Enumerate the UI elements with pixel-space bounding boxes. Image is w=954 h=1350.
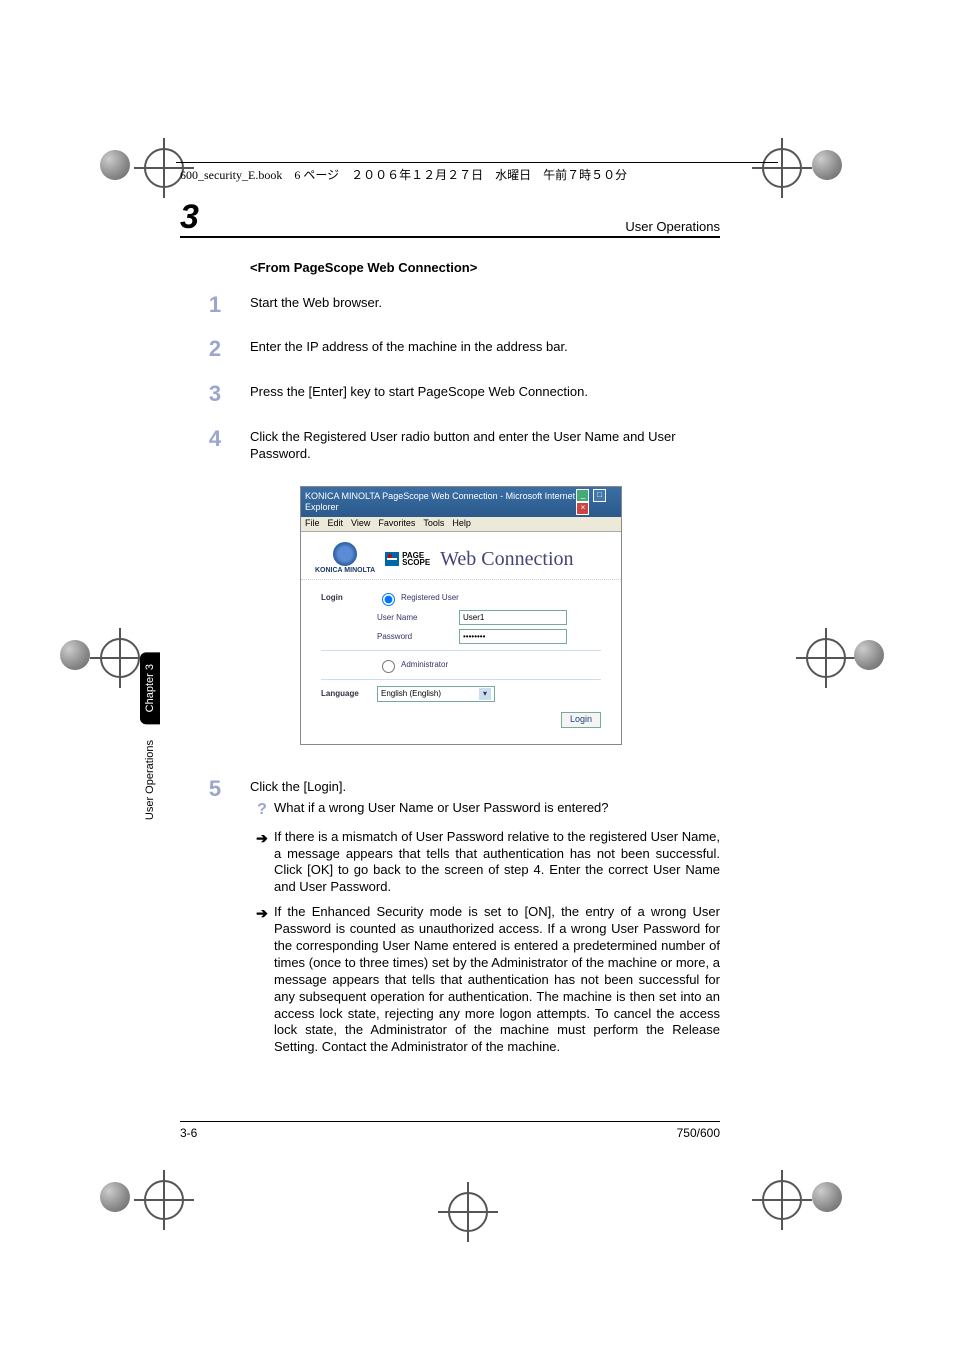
- registered-user-radio[interactable]: Registered User: [377, 590, 459, 606]
- figure-row: KONICA MINOLTA PageScope Web Connection …: [180, 478, 720, 758]
- answer-text: If the Enhanced Security mode is set to …: [274, 904, 720, 1056]
- login-form: Login Registered User User Name User1: [301, 580, 621, 744]
- crop-cross-icon: [144, 148, 184, 188]
- crop-blob-icon: [60, 640, 90, 670]
- running-head: 3 User Operations: [180, 200, 720, 238]
- chapter-number: 3: [180, 200, 199, 234]
- crop-blob-icon: [812, 1182, 842, 1212]
- step-row: 2 Enter the IP address of the machine in…: [180, 335, 720, 364]
- window-titlebar: KONICA MINOLTA PageScope Web Connection …: [301, 487, 621, 517]
- menu-file[interactable]: File: [305, 518, 320, 530]
- arrow-right-icon: ➔: [250, 904, 274, 1056]
- pagescope-text-2: SCOPE: [402, 559, 430, 566]
- side-tab-section: User Operations: [140, 730, 160, 830]
- administrator-radio-label: Administrator: [401, 660, 448, 670]
- side-tab-chapter: Chapter 3: [140, 652, 160, 724]
- page-footer: 3-6 750/600: [180, 1121, 720, 1140]
- step-text: Click the Registered User radio button a…: [250, 425, 720, 463]
- step-number: 1: [180, 291, 250, 320]
- step-number: 3: [180, 380, 250, 409]
- menu-edit[interactable]: Edit: [328, 518, 344, 530]
- step-text: Enter the IP address of the machine in t…: [250, 335, 720, 364]
- question-text: What if a wrong User Name or User Passwo…: [274, 800, 720, 821]
- browser-menu-bar[interactable]: File Edit View Favorites Tools Help: [301, 517, 621, 532]
- crop-cross-icon: [762, 148, 802, 188]
- brand-header: KONICA MINOLTA PAGE SCOPE Web Connection: [301, 532, 621, 580]
- step-row: 3 Press the [Enter] key to start PageSco…: [180, 380, 720, 409]
- menu-tools[interactable]: Tools: [423, 518, 444, 530]
- konica-minolta-label: KONICA MINOLTA: [315, 566, 375, 575]
- registered-user-radio-label: Registered User: [401, 593, 459, 603]
- step-text: Start the Web browser.: [250, 291, 720, 320]
- language-select[interactable]: English (English) ▾: [377, 686, 495, 702]
- step-number: 5: [180, 775, 250, 1064]
- login-button[interactable]: Login: [561, 712, 601, 728]
- step-row: 4 Click the Registered User radio button…: [180, 425, 720, 463]
- administrator-radio[interactable]: Administrator: [377, 657, 459, 673]
- step-text: Press the [Enter] key to start PageScope…: [250, 380, 720, 409]
- maximize-icon[interactable]: □: [593, 489, 606, 502]
- section-heading: <From PageScope Web Connection>: [250, 260, 720, 277]
- crop-cross-icon: [100, 638, 140, 678]
- window-title: KONICA MINOLTA PageScope Web Connection …: [305, 491, 575, 514]
- step-number: 2: [180, 335, 250, 364]
- konica-minolta-logo-icon: [333, 542, 357, 566]
- answer-text: If there is a mismatch of User Password …: [274, 829, 720, 897]
- step-row: 1 Start the Web browser.: [180, 291, 720, 320]
- menu-view[interactable]: View: [351, 518, 370, 530]
- password-label: Password: [377, 632, 459, 642]
- close-icon[interactable]: ×: [576, 502, 589, 515]
- question-mark-icon: ?: [250, 800, 274, 821]
- web-connection-text: Web Connection: [440, 546, 573, 572]
- crop-blob-icon: [100, 150, 130, 180]
- crop-cross-icon: [448, 1192, 488, 1232]
- chapter-title: User Operations: [625, 219, 720, 234]
- crop-cross-icon: [762, 1180, 802, 1220]
- chevron-down-icon[interactable]: ▾: [479, 688, 491, 700]
- book-header-text: 600_security_E.book 6 ページ ２００６年１２月２７日 水曜…: [180, 166, 627, 183]
- step-number: 4: [180, 425, 250, 463]
- administrator-radio-input[interactable]: [382, 660, 395, 673]
- arrow-right-icon: ➔: [250, 829, 274, 897]
- language-value: English (English): [381, 689, 441, 699]
- window-buttons[interactable]: _ □ ×: [575, 489, 617, 515]
- menu-favorites[interactable]: Favorites: [378, 518, 415, 530]
- pagescope-logo: PAGE SCOPE: [385, 552, 430, 566]
- pagescope-mark-icon: [385, 552, 399, 566]
- username-label: User Name: [377, 613, 459, 623]
- crop-blob-icon: [812, 150, 842, 180]
- step-row: 5 Click the [Login]. ? What if a wrong U…: [180, 775, 720, 1064]
- username-input[interactable]: User1: [459, 610, 567, 625]
- registered-user-radio-input[interactable]: [382, 593, 395, 606]
- login-label: Login: [321, 593, 377, 603]
- crop-cross-icon: [806, 638, 846, 678]
- page-number-left: 3-6: [180, 1126, 197, 1140]
- book-header-rule: [176, 162, 778, 163]
- page-number-right: 750/600: [677, 1126, 720, 1140]
- pagescope-screenshot: KONICA MINOLTA PageScope Web Connection …: [300, 486, 622, 744]
- crop-blob-icon: [854, 640, 884, 670]
- crop-blob-icon: [100, 1182, 130, 1212]
- menu-help[interactable]: Help: [452, 518, 471, 530]
- minimize-icon[interactable]: _: [576, 489, 589, 502]
- password-input[interactable]: ••••••••: [459, 629, 567, 644]
- step-text: Click the [Login].: [250, 779, 720, 796]
- crop-cross-icon: [144, 1180, 184, 1220]
- language-label: Language: [321, 689, 377, 699]
